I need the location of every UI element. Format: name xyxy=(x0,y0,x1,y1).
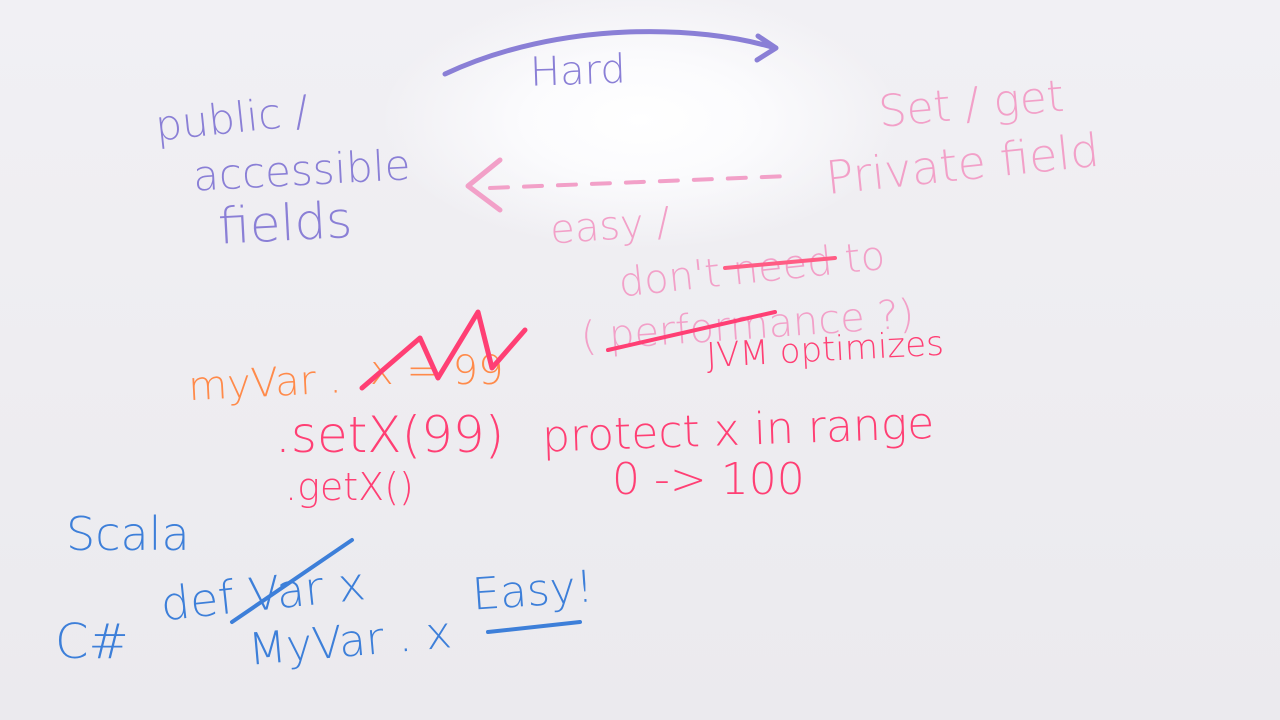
label-scala: Scala xyxy=(66,507,190,561)
label-easy: easy / xyxy=(549,199,672,253)
label-accessible: accessible xyxy=(192,140,412,200)
label-myvar-orange: myVar . xyxy=(187,356,342,410)
label-protect: protect x in range xyxy=(541,398,935,463)
easy-bang-underline xyxy=(486,620,582,634)
label-range: 0 -> 100 xyxy=(612,454,805,505)
label-public: public / xyxy=(153,86,311,151)
easy-arrowhead xyxy=(465,157,503,213)
label-fields: fields xyxy=(217,191,354,256)
label-setx: .setX(99) xyxy=(275,406,504,464)
label-hard: Hard xyxy=(529,46,626,95)
label-getx: .getX() xyxy=(285,465,414,509)
label-csharp: C# xyxy=(55,614,129,670)
whiteboard-drawing: Hard public / accessible fields Set / ge… xyxy=(55,29,1102,676)
easy-dashed-arrow xyxy=(488,174,792,190)
label-private-field: Private field xyxy=(823,123,1101,205)
label-set-get: Set / get xyxy=(876,71,1066,138)
label-easy-bang: Easy! xyxy=(470,561,595,620)
